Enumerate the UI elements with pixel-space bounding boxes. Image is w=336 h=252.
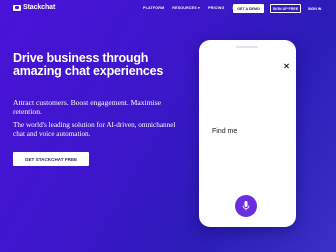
- hero-headline: Drive business through amazing chat expe…: [13, 51, 164, 78]
- sign-in-link[interactable]: SIGN IN: [308, 7, 321, 11]
- get-stackchat-free-button[interactable]: GET STACKCHAT FREE: [13, 152, 89, 166]
- hero-body: The world's leading solution for AI-driv…: [13, 121, 176, 138]
- phone-speaker: [236, 46, 258, 48]
- microphone-button[interactable]: [235, 195, 257, 217]
- voice-prompt-text: Find me: [212, 128, 238, 135]
- hero-subtitle: Attract customers. Boost engagement. Max…: [13, 98, 162, 116]
- brand-logo[interactable]: Stackchat: [13, 4, 55, 11]
- sign-up-button[interactable]: SIGN UP FREE: [270, 4, 301, 13]
- microphone-icon: [242, 201, 250, 211]
- nav-item-pricing[interactable]: PRICING: [208, 6, 224, 10]
- stackchat-logo-icon: [13, 4, 21, 11]
- close-icon[interactable]: [283, 63, 289, 69]
- get-demo-button[interactable]: GET A DEMO: [233, 4, 264, 13]
- brand-name: Stackchat: [23, 4, 56, 11]
- nav-item-resources[interactable]: RESOURCES ▾: [172, 6, 200, 10]
- top-navbar: Stackchat PLATFORM RESOURCES ▾ PRICING E…: [0, 0, 336, 18]
- phone-mockup: Find me: [199, 40, 296, 227]
- nav-item-platform[interactable]: PLATFORM: [143, 6, 164, 10]
